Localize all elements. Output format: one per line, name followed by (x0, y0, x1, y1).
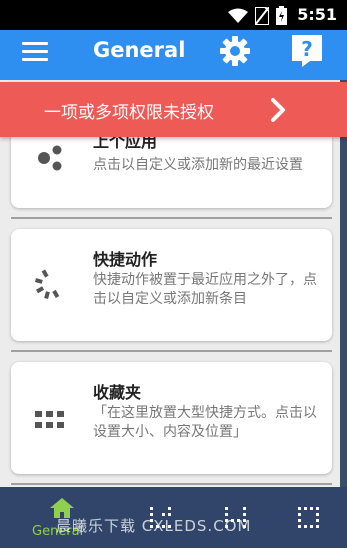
content-area: 上个应用 点击以自定义或添加新的最近设置 快捷动作 快捷动作被置于最近应用之外了… (0, 80, 347, 487)
card-quick-actions[interactable]: 快捷动作 快捷动作被置于最近应用之外了，点击以自定义或添加新条目 (11, 229, 332, 341)
permission-banner[interactable]: 一项或多项权限未授权 (0, 82, 347, 137)
page-title: General (93, 38, 186, 62)
hamburger-icon[interactable] (22, 42, 48, 64)
card-title: 收藏夹 (93, 383, 142, 402)
grid-dots-icon (35, 411, 64, 428)
banner-text: 一项或多项权限未授权 (44, 103, 214, 123)
battery-icon (276, 6, 287, 25)
card-title: 快捷动作 (93, 250, 158, 269)
card-favorites[interactable]: 收藏夹 「在这里放置大型快捷方式。点击以设置大小、内容及位置」 (11, 362, 332, 474)
chevron-right-icon (271, 98, 285, 122)
clock: 5:51 (297, 5, 337, 24)
edge-strip (340, 80, 347, 487)
gear-icon[interactable] (217, 33, 253, 69)
divider (11, 350, 332, 352)
wifi-icon (228, 8, 248, 23)
card-description: 快捷动作被置于最近应用之外了，点击以自定义或添加新条目 (93, 272, 317, 307)
card-description: 「在这里放置大型快捷方式。点击以设置大小、内容及位置」 (93, 405, 317, 440)
card-description: 点击以自定义或添加新的最近设置 (93, 157, 303, 173)
bottom-nav: General 晨曦乐下载 CXLEDS.COM (0, 487, 347, 548)
svg-text:?: ? (301, 37, 313, 61)
divider (11, 483, 332, 485)
dotted-panel-icon (298, 507, 319, 528)
three-dots-icon (38, 145, 62, 171)
dotted-arc-icon (35, 269, 60, 299)
divider (11, 217, 332, 219)
no-sim-icon (255, 6, 269, 25)
status-bar: 5:51 (0, 0, 347, 30)
nav-item-4[interactable] (290, 487, 330, 548)
status-icons (228, 6, 287, 25)
help-icon[interactable]: ? (290, 33, 324, 69)
watermark: 晨曦乐下载 CXLEDS.COM (56, 517, 252, 535)
app-bar: General ? (0, 30, 347, 80)
